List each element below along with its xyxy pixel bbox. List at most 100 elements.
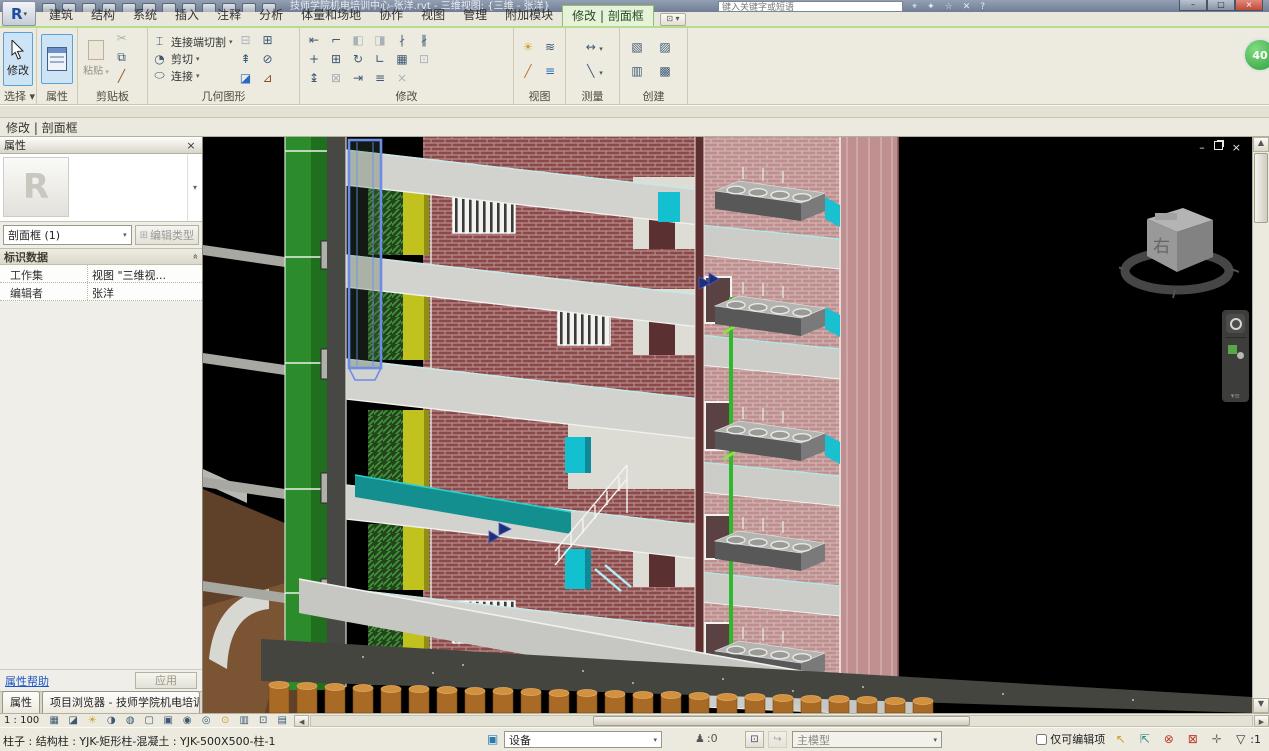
match-type-icon[interactable]: ╱ (113, 68, 130, 84)
crop-region-icon[interactable]: ▣ (160, 715, 176, 727)
help-icon[interactable]: ? (980, 2, 985, 12)
properties-help-link[interactable]: 属性帮助 (5, 673, 49, 689)
search-icon[interactable]: ⌖ (912, 2, 917, 12)
navbar-options-icon[interactable]: ▾≡ (1231, 392, 1240, 402)
minimize-button[interactable]: – (1179, 0, 1207, 11)
sun-path-icon[interactable]: ☀ (84, 715, 100, 727)
offset-icon[interactable]: ⌐ (328, 32, 345, 48)
select-links-icon[interactable]: ↖ (1112, 732, 1129, 747)
measure-between-icon[interactable]: ╲▾ (582, 63, 603, 79)
close-button[interactable]: × (1235, 0, 1263, 11)
rendering-dialog-icon[interactable]: ◍ (122, 715, 138, 727)
worksharing-display-icon[interactable]: ⊡ (745, 731, 764, 748)
lightbulb-icon[interactable]: ☀ (520, 39, 537, 55)
scroll-left-icon[interactable]: ◀ (294, 715, 309, 727)
measure-ruler-icon[interactable]: ↔▾ (582, 39, 603, 55)
tab-project-browser[interactable]: 项目浏览器 - 技师学院机电培训... (42, 691, 200, 713)
visual-style-icon[interactable]: ◪ (65, 715, 81, 727)
horizontal-scrollbar[interactable] (310, 715, 1253, 727)
property-row-workset[interactable]: 工作集 视图 "三维视... (0, 265, 202, 283)
tab-collaborate[interactable]: 协作 (370, 5, 412, 26)
mirror-pick-axis-icon[interactable]: ◧ (350, 32, 367, 48)
split-with-gap-icon[interactable]: ∦ (416, 32, 433, 48)
view-close-icon[interactable]: × (1232, 141, 1241, 154)
crop-view-icon[interactable]: ▢ (141, 715, 157, 727)
property-row-edited-by[interactable]: 编辑者 张洋 (0, 283, 202, 301)
create-group-icon[interactable]: ▧ (629, 39, 646, 55)
copy-to-clipboard-icon[interactable]: ⧉ (113, 49, 130, 65)
thin-lines-brush-icon[interactable]: ╱ (520, 63, 537, 79)
paste-button[interactable]: 粘贴 ▾ (81, 32, 111, 86)
unjoin-icon[interactable]: ⇞ (237, 51, 254, 67)
favorites-icon[interactable]: ☆ (945, 2, 953, 12)
scale-icon[interactable]: ↨ (306, 70, 323, 86)
rotate-icon[interactable]: ↻ (350, 51, 367, 67)
scroll-up-icon[interactable]: ▲ (1253, 137, 1269, 152)
split-face-icon[interactable]: ⊘ (259, 51, 276, 67)
selection-filter[interactable]: ▽ :1 (1232, 732, 1261, 747)
edit-type-button[interactable]: ⊞ 编辑类型 (135, 225, 199, 245)
horizontal-scroll-thumb[interactable] (593, 716, 969, 726)
worksets-icon[interactable]: ▣ (487, 732, 498, 746)
application-menu-button[interactable]: R▾ (2, 1, 36, 26)
demolish-hammer-icon[interactable]: ⊿ (259, 70, 276, 86)
temporary-hide-isolate-icon[interactable]: ◎ (198, 715, 214, 727)
join-geometry-button[interactable]: ⬭连接▾ (151, 68, 233, 84)
tab-manage[interactable]: 管理 (454, 5, 496, 26)
temporary-view-properties-icon[interactable]: ▥ (236, 715, 252, 727)
select-underlay-icon[interactable]: ⇱ (1136, 732, 1153, 747)
transfer-icon[interactable]: ↪ (768, 731, 787, 748)
reveal-constraints-icon[interactable]: ▤ (274, 715, 290, 727)
apply-button[interactable]: 应用 (135, 672, 197, 689)
tab-insert[interactable]: 插入 (166, 5, 208, 26)
paint-icon[interactable]: ◪ (237, 70, 254, 86)
tab-analyze[interactable]: 分析 (250, 5, 292, 26)
panel-properties-label[interactable]: 属性 (37, 89, 77, 104)
steering-wheel-icon[interactable] (1226, 314, 1245, 333)
cut-geometry-button[interactable]: ◔剪切▾ (151, 51, 233, 67)
properties-palette-header[interactable]: 属性 × (0, 137, 202, 154)
cope-button[interactable]: ⌶连接端切割▾ (151, 34, 233, 50)
trim-extend-single-icon[interactable]: ⇥ (350, 70, 367, 86)
align-icon[interactable]: ⇤ (306, 32, 323, 48)
trim-extend-multiple-icon[interactable]: ≡ (372, 70, 389, 86)
maximize-button[interactable]: □ (1207, 0, 1235, 11)
wall-joins-icon[interactable]: ⊞ (259, 32, 276, 48)
tab-systems[interactable]: 系统 (124, 5, 166, 26)
mirror-draw-axis-icon[interactable]: ◨ (372, 32, 389, 48)
signin-icon[interactable]: ✕ (963, 2, 971, 12)
identity-data-section[interactable]: 标识数据 « (0, 248, 202, 265)
delete-clipboard-icon[interactable]: ✂ (113, 30, 130, 46)
view-restore-icon[interactable] (1214, 141, 1223, 150)
pin-icon[interactable]: ⊡ (416, 51, 433, 67)
properties-button[interactable] (41, 34, 73, 84)
delete-icon[interactable]: × (394, 70, 411, 86)
modify-tool-button[interactable]: 修改 (3, 32, 33, 86)
split-element-icon[interactable]: ∤ (394, 32, 411, 48)
editable-only-checkbox[interactable] (1036, 734, 1047, 745)
viewcube[interactable]: 右 (1119, 189, 1239, 309)
editing-requests[interactable]: ♟ :0 (695, 732, 718, 745)
analytical-model-icon[interactable]: ⊡ (255, 715, 271, 727)
array-icon[interactable]: ▦ (394, 51, 411, 67)
building-model-canvas[interactable] (203, 137, 1252, 713)
type-selector-dropdown-icon[interactable]: ▾ (187, 154, 202, 221)
zoom-tool-icon[interactable] (1226, 342, 1245, 361)
drawing-area-3d-view[interactable]: – × 右 ▾≡ (203, 137, 1269, 713)
tab-architecture[interactable]: 建筑 (40, 5, 82, 26)
locked-3d-view-icon[interactable]: ◉ (179, 715, 195, 727)
create-assembly-icon[interactable]: ▨ (657, 39, 674, 55)
element-type-combo[interactable]: 剖面框 (1) ▾ (3, 225, 132, 245)
drag-on-selection-icon[interactable]: ✛ (1208, 732, 1225, 747)
scroll-right-icon[interactable]: ▶ (1254, 715, 1269, 727)
linework-icon[interactable]: ≡ (542, 63, 559, 79)
palette-close-icon[interactable]: × (184, 139, 198, 152)
tab-structure[interactable]: 结构 (82, 5, 124, 26)
select-pinned-icon[interactable]: ⊗ (1160, 732, 1177, 747)
render-icon[interactable]: ≋ (542, 39, 559, 55)
subscription-icon[interactable]: ✦ (927, 2, 935, 12)
selected-column[interactable] (349, 140, 381, 380)
tab-annotate[interactable]: 注释 (208, 5, 250, 26)
tab-properties-palette[interactable]: 属性 (2, 691, 40, 713)
tab-modify-section-box[interactable]: 修改 | 剖面框 (562, 5, 654, 26)
